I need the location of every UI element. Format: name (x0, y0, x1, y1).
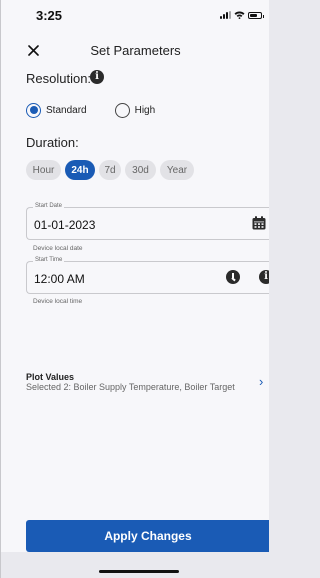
chip-hour[interactable]: Hour (26, 160, 61, 180)
apply-changes-button[interactable]: Apply Changes (26, 520, 269, 552)
start-date-legend: Start Date (33, 203, 65, 209)
start-time-legend: Start Time (33, 257, 65, 263)
header: Set Parameters (1, 38, 269, 64)
chip-year[interactable]: Year (160, 160, 194, 180)
chip-7d[interactable]: 7d (99, 160, 121, 180)
resolution-options: Standard High (26, 102, 155, 118)
calendar-icon[interactable] (252, 216, 266, 230)
start-date-helper: Device local date (33, 245, 83, 252)
clock-icon[interactable] (226, 270, 240, 284)
radio-button[interactable] (26, 102, 41, 118)
info-icon[interactable]: i (90, 70, 104, 84)
start-date-field[interactable]: Start Date 01-01-2023 (26, 203, 269, 240)
bottom-area (1, 552, 269, 578)
radio-standard[interactable]: Standard (26, 102, 87, 118)
status-bar: 3:25 (1, 0, 269, 34)
wifi-icon (234, 11, 245, 19)
start-time-field[interactable]: Start Time 12:00 AM (26, 257, 269, 294)
duration-label: Duration: (26, 135, 79, 150)
start-time-helper: Device local time (33, 298, 83, 305)
radio-high[interactable]: High (114, 102, 156, 118)
chip-30d[interactable]: 30d (125, 160, 156, 180)
set-parameters-screen: 3:25 Set Parameters Resolution: i Standa… (0, 0, 269, 578)
chevron-right-icon[interactable]: › (259, 374, 263, 389)
status-icons (220, 11, 264, 19)
status-time: 3:25 (36, 8, 63, 23)
plot-values-subtitle: Selected 2: Boiler Supply Temperature, B… (26, 382, 235, 392)
chip-24h[interactable]: 24h (65, 160, 95, 180)
duration-chips: Hour 24h 7d 30d Year (26, 160, 194, 180)
resolution-label: Resolution: (26, 71, 92, 86)
radio-standard-label: Standard (46, 104, 87, 116)
plot-values-title: Plot Values (26, 372, 75, 382)
radio-high-label: High (134, 104, 156, 116)
radio-button[interactable] (114, 102, 130, 118)
home-indicator (99, 570, 179, 573)
start-date-value: 01-01-2023 (34, 218, 96, 232)
start-time-value: 12:00 AM (34, 272, 85, 286)
signal-icon (220, 11, 231, 19)
time-info-icon[interactable]: i (259, 270, 269, 284)
page-title: Set Parameters (90, 43, 181, 58)
battery-icon (248, 11, 264, 19)
